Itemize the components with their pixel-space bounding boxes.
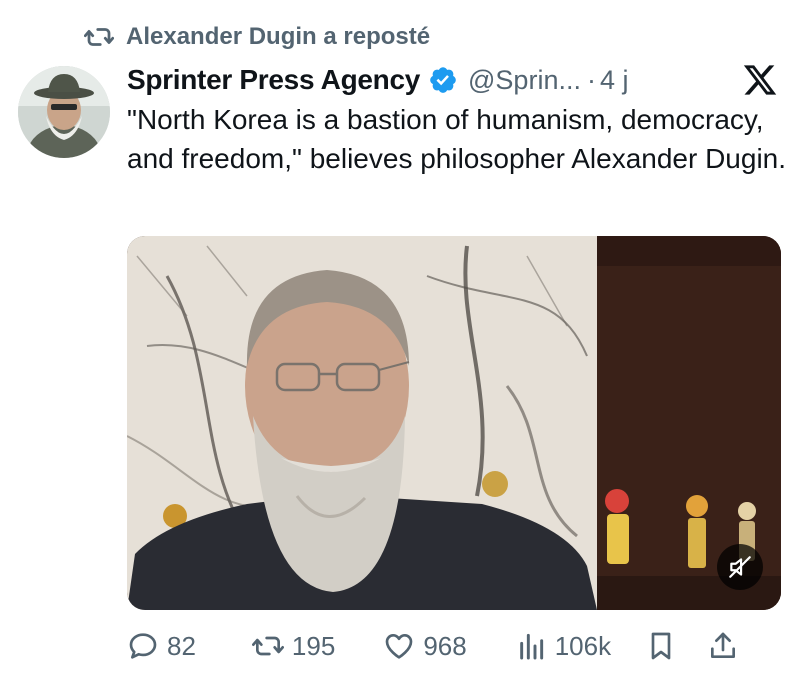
like-count: 968 xyxy=(423,630,467,661)
retweet-icon xyxy=(251,636,284,656)
meta-separator: · xyxy=(586,64,596,95)
verified-badge-icon xyxy=(430,67,456,93)
tweet-header: Sprinter Press Agency @Sprin... · 4 j xyxy=(127,60,780,100)
reply-button[interactable]: 82 xyxy=(127,630,196,662)
repost-header: Alexander Dugin a reposté xyxy=(84,22,430,52)
tweet-time[interactable]: 4 j xyxy=(600,65,629,96)
views-icon xyxy=(519,633,543,660)
reply-count: 82 xyxy=(167,630,196,661)
view-count: 106k xyxy=(554,630,612,661)
share-icon[interactable] xyxy=(707,630,739,662)
repost-label[interactable]: Alexander Dugin a reposté xyxy=(126,23,430,51)
retweet-count: 195 xyxy=(291,630,336,661)
retweet-button[interactable]: 195 xyxy=(251,630,336,662)
mute-toggle-button[interactable] xyxy=(717,544,763,590)
repost-icon xyxy=(84,28,114,46)
author-name[interactable]: Sprinter Press Agency xyxy=(127,64,420,96)
heart-icon xyxy=(385,634,413,659)
author-handle[interactable]: @Sprin... xyxy=(468,65,581,96)
video-frame xyxy=(127,236,781,610)
tweet-actions: 82 195 968 106k xyxy=(127,622,780,670)
x-logo-icon[interactable] xyxy=(742,62,778,98)
avatar-image xyxy=(18,66,110,158)
reply-icon xyxy=(129,633,157,659)
muted-speaker-icon xyxy=(729,556,751,578)
like-button[interactable]: 968 xyxy=(383,630,467,662)
author-avatar[interactable] xyxy=(18,66,110,158)
tweet-text: "North Korea is a bastion of humanism, d… xyxy=(127,104,787,174)
tweet-video[interactable] xyxy=(127,236,781,610)
bookmark-icon[interactable] xyxy=(645,630,677,662)
views-button[interactable]: 106k xyxy=(515,630,611,662)
